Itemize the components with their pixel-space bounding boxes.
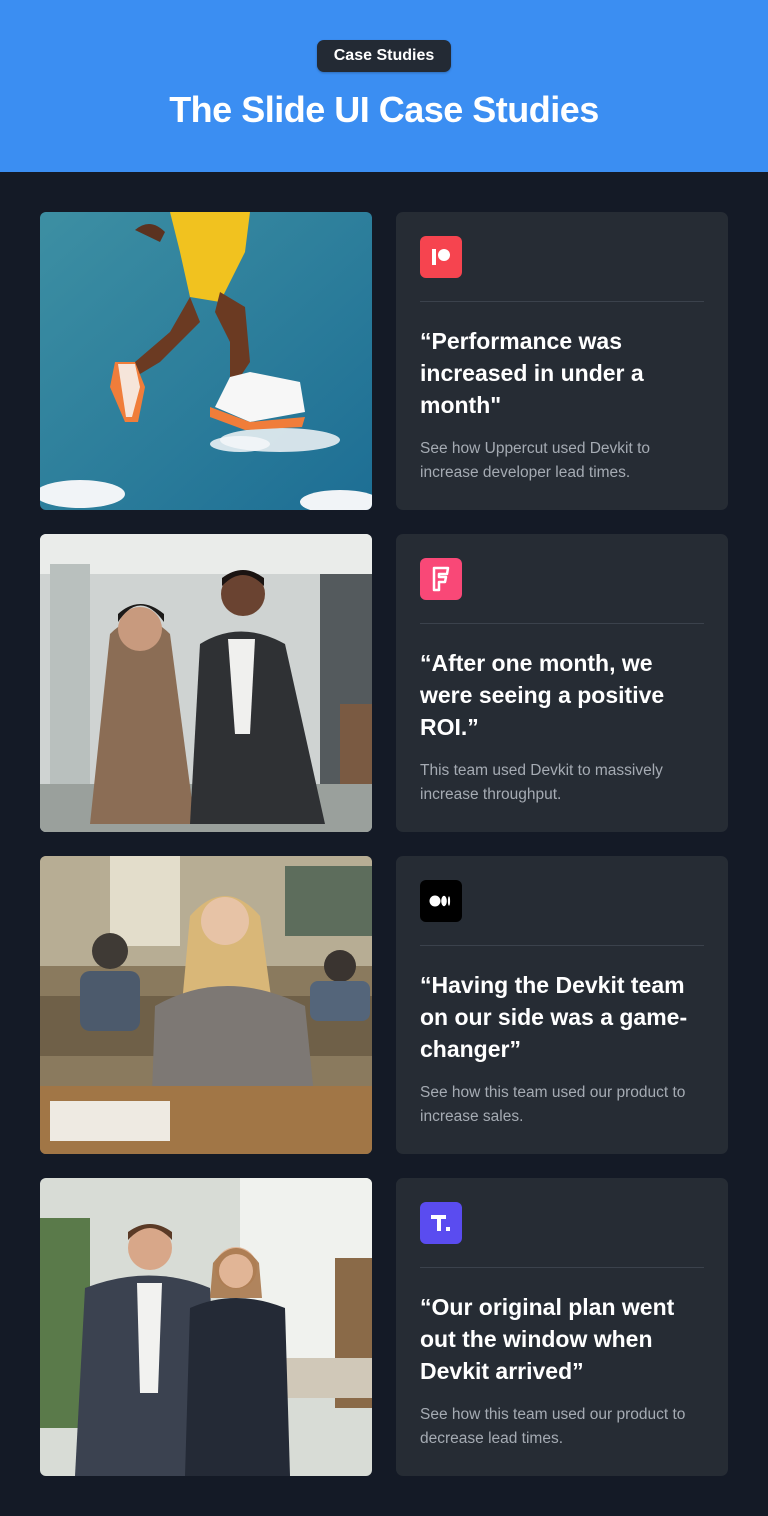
- case-study-description: See how this team used our product to de…: [420, 1406, 686, 1447]
- case-study-description: See how this team used our product to in…: [420, 1084, 686, 1125]
- foursquare-icon: [420, 558, 462, 600]
- case-study-description: This team used Devkit to massively incre…: [420, 762, 663, 803]
- case-study-card[interactable]: “Performance was increased in under a mo…: [396, 212, 728, 510]
- case-study-description: See how Uppercut used Devkit to increase…: [420, 440, 651, 481]
- case-study-quote: “After one month, we were seeing a posit…: [420, 650, 665, 740]
- card-divider: [420, 945, 704, 946]
- case-studies-badge: Case Studies: [317, 40, 451, 72]
- business-couple-photo: [40, 534, 372, 832]
- basketball-player-photo: [40, 212, 372, 510]
- card-divider: [420, 623, 704, 624]
- case-study-quote: “Having the Devkit team on our side was …: [420, 972, 688, 1062]
- card-divider: [420, 301, 704, 302]
- case-study-row: “Performance was increased in under a mo…: [40, 212, 728, 510]
- case-study-card[interactable]: “Having the Devkit team on our side was …: [396, 856, 728, 1154]
- page-header: Case Studies The Slide UI Case Studies: [0, 0, 768, 172]
- patreon-icon: [420, 236, 462, 278]
- case-study-card[interactable]: “After one month, we were seeing a posit…: [396, 534, 728, 832]
- case-study-quote: “Performance was increased in under a mo…: [420, 328, 644, 418]
- card-divider: [420, 1267, 704, 1268]
- student-classroom-photo: [40, 856, 372, 1154]
- case-study-row: “Our original plan went out the window w…: [40, 1178, 728, 1476]
- case-study-quote: “Our original plan went out the window w…: [420, 1294, 675, 1384]
- medium-icon: [420, 880, 462, 922]
- case-study-card[interactable]: “Our original plan went out the window w…: [396, 1178, 728, 1476]
- case-study-row: “Having the Devkit team on our side was …: [40, 856, 728, 1154]
- tailwind-t-icon: [420, 1202, 462, 1244]
- page-title: The Slide UI Case Studies: [169, 89, 599, 130]
- case-study-row: “After one month, we were seeing a posit…: [40, 534, 728, 832]
- business-team-photo: [40, 1178, 372, 1476]
